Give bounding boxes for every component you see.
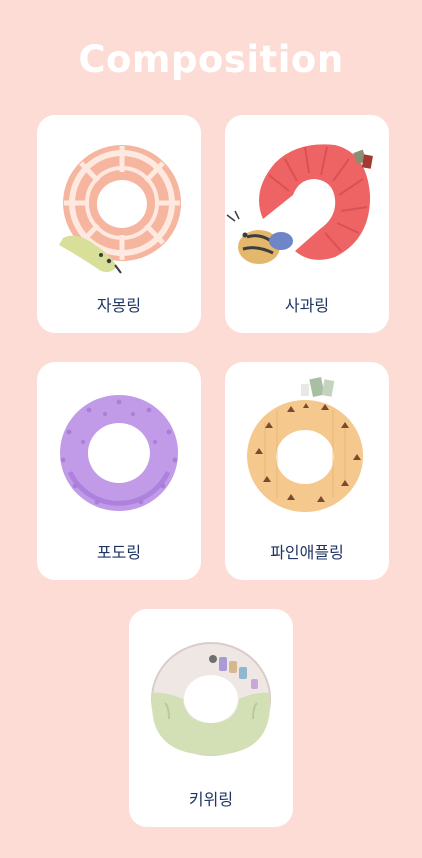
page-title: Composition [78,38,344,81]
kiwi-ring-icon [151,642,271,756]
pineapple-ring-icon [247,376,364,512]
product-card-kiwi-ring[interactable]: 키위링 [129,609,293,827]
apple-ring-icon [226,144,373,264]
product-name: 포도링 [96,543,142,562]
product-card-grapefruit-ring[interactable]: 자몽링 [37,115,201,333]
product-name: 자몽링 [96,296,142,315]
product-card-grape-ring[interactable]: 포도링 [37,362,201,580]
product-card-pineapple-ring[interactable]: 파인애플링 [225,362,389,580]
grape-ring-icon [60,395,179,511]
grapefruit-ring-icon [59,145,182,274]
product-name: 키위링 [188,790,234,809]
product-name: 파인애플링 [270,543,344,562]
product-card-apple-ring[interactable]: 사과링 [225,115,389,333]
product-name: 사과링 [284,296,330,315]
composition-page: Composition 자몽링 사과링 포도링 파인애플링 키위링 [0,0,422,858]
